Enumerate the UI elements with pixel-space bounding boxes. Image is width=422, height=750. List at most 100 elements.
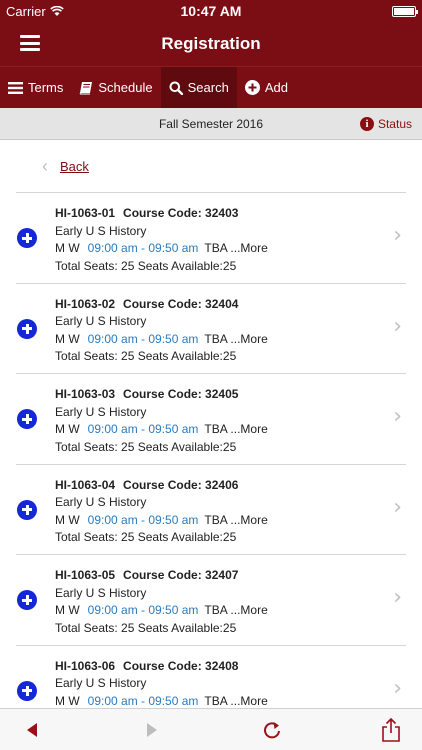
browser-toolbar <box>0 708 422 750</box>
add-course-icon[interactable] <box>17 499 37 520</box>
plus-circle-icon <box>244 80 260 95</box>
back-link[interactable]: Back <box>60 159 89 174</box>
meeting-room[interactable]: TBA ...More <box>204 694 267 708</box>
course-code: Course Code: 32407 <box>123 568 239 583</box>
chevron-right-icon: › <box>393 585 402 611</box>
seat-info: Total Seats: 25 Seats Available:25 <box>55 530 237 545</box>
meeting-info: M W 09:00 am - 09:50 am TBA ...More <box>55 421 268 439</box>
meeting-room[interactable]: TBA ...More <box>204 422 267 436</box>
share-icon <box>382 718 400 742</box>
course-code: Course Code: 32405 <box>123 387 239 402</box>
tab-search[interactable]: Search <box>160 67 237 108</box>
term-bar: Fall Semester 2016 i Status <box>0 108 422 140</box>
section-id: HI-1063-06 <box>55 658 116 673</box>
chevron-right-icon: › <box>393 494 402 520</box>
meeting-time: 09:00 am - 09:50 am <box>87 693 199 708</box>
course-row[interactable]: HI-1063-02 Course Code: 32404 Early U S H… <box>16 284 406 375</box>
list-icon <box>8 81 23 94</box>
chevron-right-icon: › <box>393 313 402 339</box>
tab-schedule-label: Schedule <box>98 80 153 95</box>
status-button[interactable]: i Status <box>359 108 412 140</box>
meeting-room[interactable]: TBA ...More <box>204 332 267 346</box>
meeting-time: 09:00 am - 09:50 am <box>87 603 199 618</box>
meeting-info: M W 09:00 am - 09:50 am TBA ...More <box>55 512 268 530</box>
course-code: Course Code: 32403 <box>123 206 239 220</box>
meeting-room[interactable]: TBA ...More <box>204 241 267 255</box>
refresh-button[interactable] <box>252 709 292 750</box>
tab-schedule[interactable]: Schedule <box>71 67 160 108</box>
seat-info: Total Seats: 25 Seats Available:25 <box>55 349 237 364</box>
meeting-time: 09:00 am - 09:50 am <box>87 512 199 527</box>
back-arrow-icon <box>27 723 37 737</box>
section-id: HI-1063-02 <box>55 296 116 311</box>
add-course-icon[interactable] <box>17 318 37 339</box>
course-title: Early U S History <box>55 495 147 510</box>
forward-arrow-button[interactable] <box>132 709 172 750</box>
meeting-days: M W <box>55 603 80 618</box>
course-row[interactable]: HI-1063-06 Course Code: 32408 Early U S H… <box>16 646 406 708</box>
course-code: Course Code: 32408 <box>123 658 239 673</box>
course-title: Early U S History <box>55 404 147 419</box>
meeting-time: 09:00 am - 09:50 am <box>87 422 199 437</box>
course-code: Course Code: 32404 <box>123 296 239 311</box>
meeting-info: M W 09:00 am - 09:50 am TBA ...More <box>55 240 268 258</box>
course-list: HI-1063-01 Course Code: 32403 Early U S H… <box>0 193 422 708</box>
course-title: Early U S History <box>55 314 147 329</box>
course-info: HI-1063-01 Course Code: 32403 Early U S H… <box>55 205 268 275</box>
tab-add[interactable]: Add <box>237 67 296 108</box>
course-info: HI-1063-03 Course Code: 32405 Early U S H… <box>55 386 268 456</box>
course-results[interactable]: ‹ Back HI-1063-01 Course Code: 32403 Earl… <box>0 141 422 708</box>
course-heading: HI-1063-01 Course Code: 32403 <box>55 205 268 223</box>
forward-arrow-icon <box>147 723 157 737</box>
course-info: HI-1063-04 Course Code: 32406 Early U S H… <box>55 477 268 547</box>
page-title: Registration <box>161 34 261 53</box>
info-icon: i <box>359 117 374 131</box>
meeting-days: M W <box>55 512 80 527</box>
meeting-room[interactable]: TBA ...More <box>204 513 267 527</box>
add-course-icon[interactable] <box>17 680 37 701</box>
seat-info: Total Seats: 25 Seats Available:25 <box>55 620 237 635</box>
meeting-info: M W 09:00 am - 09:50 am TBA ...More <box>55 602 268 620</box>
course-row[interactable]: HI-1063-04 Course Code: 32406 Early U S H… <box>16 465 406 556</box>
search-icon <box>169 81 183 95</box>
add-course-icon[interactable] <box>17 409 37 430</box>
meeting-room[interactable]: TBA ...More <box>204 603 267 617</box>
clock: 10:47 AM <box>180 3 242 19</box>
share-button[interactable] <box>371 709 411 750</box>
section-id: HI-1063-01 <box>55 206 116 220</box>
seat-info: Total Seats: 25 Seats Available:25 <box>55 439 237 454</box>
course-title: Early U S History <box>55 676 147 691</box>
course-info: HI-1063-02 Course Code: 32404 Early U S H… <box>55 296 268 366</box>
meeting-info: M W 09:00 am - 09:50 am TBA ...More <box>55 331 268 349</box>
status-bar: Carrier 10:47 AM <box>0 0 422 22</box>
course-title: Early U S History <box>55 223 147 238</box>
back-row[interactable]: ‹ Back <box>16 141 406 193</box>
chevron-left-icon: ‹ <box>42 156 48 176</box>
course-row[interactable]: HI-1063-03 Course Code: 32405 Early U S H… <box>16 374 406 465</box>
section-id: HI-1063-05 <box>55 568 116 583</box>
course-heading: HI-1063-04 Course Code: 32406 <box>55 477 268 495</box>
section-id: HI-1063-04 <box>55 477 116 492</box>
add-course-icon[interactable] <box>17 228 37 248</box>
meeting-days: M W <box>55 422 80 437</box>
course-heading: HI-1063-05 Course Code: 32407 <box>55 567 268 585</box>
course-info: HI-1063-06 Course Code: 32408 Early U S H… <box>55 658 268 708</box>
seat-info: Total Seats: 25 Seats Available:25 <box>55 258 237 273</box>
course-row[interactable]: HI-1063-05 Course Code: 32407 Early U S H… <box>16 555 406 646</box>
course-code: Course Code: 32406 <box>123 477 239 492</box>
tab-bar: Terms Schedule Search Add <box>0 66 422 108</box>
chevron-right-icon: › <box>393 223 402 248</box>
tab-search-label: Search <box>187 80 229 95</box>
menu-icon[interactable] <box>20 35 40 51</box>
course-title: Early U S History <box>55 585 147 600</box>
refresh-icon <box>264 722 280 739</box>
course-info: HI-1063-05 Course Code: 32407 Early U S H… <box>55 567 268 637</box>
course-row[interactable]: HI-1063-01 Course Code: 32403 Early U S H… <box>16 193 406 284</box>
status-label: Status <box>377 117 412 131</box>
nav-bar: Registration <box>0 22 422 66</box>
back-arrow-button[interactable] <box>12 709 52 750</box>
chevron-right-icon: › <box>393 675 402 701</box>
tab-terms[interactable]: Terms <box>0 67 71 108</box>
battery-icon <box>392 5 418 17</box>
add-course-icon[interactable] <box>17 590 37 611</box>
